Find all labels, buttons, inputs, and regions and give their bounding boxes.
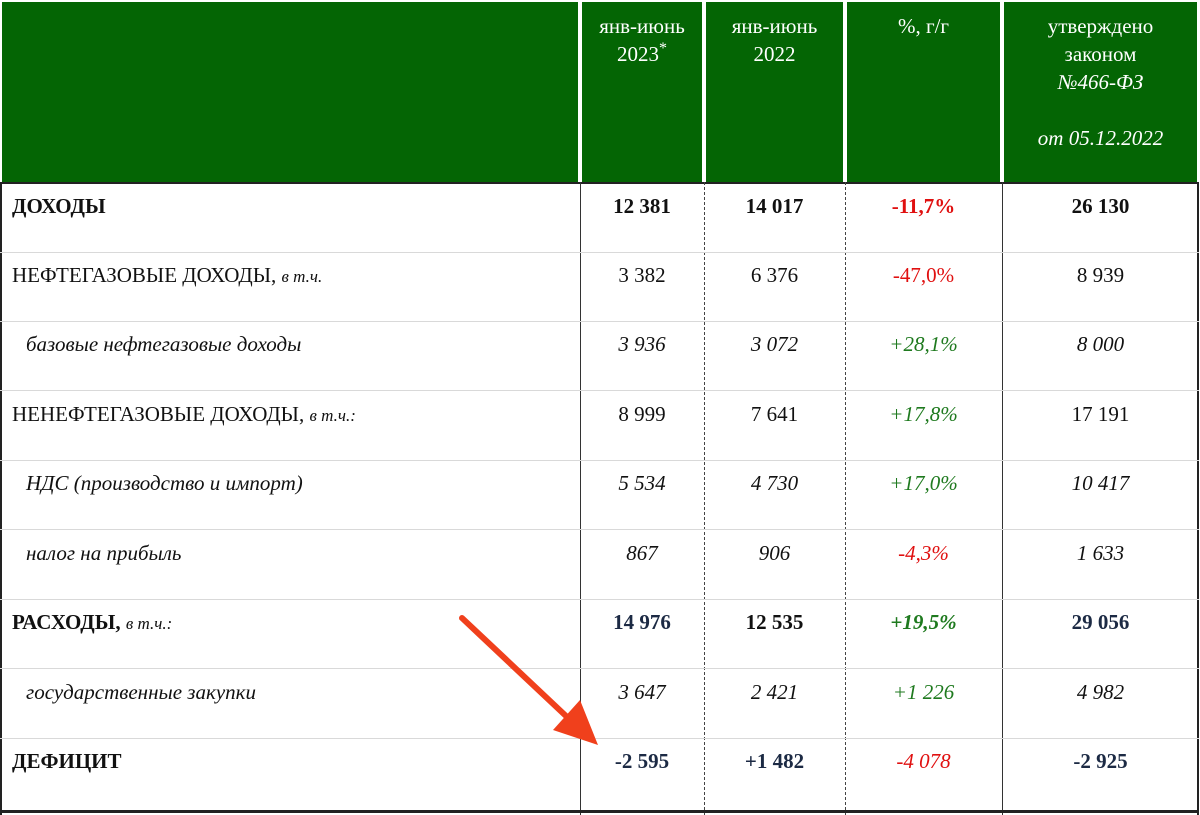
table-row-vat: НДС (производство и импорт) 5 534 4 730 … xyxy=(0,461,1199,530)
cell-yoy: -4,3% xyxy=(898,541,949,565)
header-col-yoy: %, г/г xyxy=(847,2,1000,182)
header-col-law-number: №466-ФЗ xyxy=(1057,70,1144,94)
cell-2022: 12 535 xyxy=(745,610,804,634)
cell-2022: 14 017 xyxy=(745,194,804,218)
cell-2023: 3 647 xyxy=(618,680,666,704)
table-bottom-rule xyxy=(0,810,1199,813)
cell-yoy: +17,0% xyxy=(889,471,958,495)
cell-2023: 8 999 xyxy=(618,402,666,426)
cell-yoy: -4 078 xyxy=(896,749,951,773)
header-col-law-date: от 05.12.2022 xyxy=(1037,126,1164,150)
cell-law: 29 056 xyxy=(1071,610,1130,634)
row-label: ДОХОДЫ xyxy=(12,194,106,218)
row-label: налог на прибыль xyxy=(26,541,182,565)
cell-2022: 3 072 xyxy=(750,332,799,356)
cell-2023: 14 976 xyxy=(613,610,671,634)
header-col-yoy-label: %, г/г xyxy=(897,14,950,38)
cell-law: 26 130 xyxy=(1071,194,1130,218)
header-col-law-line1: утверждено xyxy=(1047,14,1154,38)
cell-2023: 867 xyxy=(626,541,658,565)
header-col-law-line2: законом xyxy=(1064,42,1137,66)
row-label: базовые нефтегазовые доходы xyxy=(26,332,302,356)
cell-2022: +1 482 xyxy=(744,749,805,773)
table-row-oil-gas-revenues: НЕФТЕГАЗОВЫЕ ДОХОДЫ, в т.ч. 3 382 6 376 … xyxy=(0,253,1199,322)
cell-2022: 7 641 xyxy=(750,402,799,426)
cell-law: 17 191 xyxy=(1071,402,1130,426)
header-col-2022-year: 2022 xyxy=(753,42,796,66)
cell-law: 10 417 xyxy=(1071,471,1130,495)
header-col-law: утверждено законом №466-ФЗ от 05.12.2022 xyxy=(1004,2,1197,182)
cell-2022: 4 730 xyxy=(750,471,799,495)
row-label-qualifier: в т.ч.: xyxy=(125,614,173,633)
header-col-2023-period: янв-июнь xyxy=(599,14,685,38)
cell-2022: 2 421 xyxy=(750,680,799,704)
table-row-profit-tax: налог на прибыль 867 906 -4,3% 1 633 xyxy=(0,531,1199,600)
header-col-2023: янв-июнь 2023* xyxy=(582,2,702,182)
cell-2023: -2 595 xyxy=(614,749,670,773)
row-divider xyxy=(0,390,1199,391)
row-label-text: РАСХОДЫ, xyxy=(12,610,121,634)
table-row-deficit: ДЕФИЦИТ -2 595 +1 482 -4 078 -2 925 xyxy=(0,739,1199,808)
cell-law: 8 000 xyxy=(1076,332,1125,356)
cell-law: -2 925 xyxy=(1073,749,1128,773)
table-row-public-procurement: государственные закупки 3 647 2 421 +1 2… xyxy=(0,670,1199,739)
cell-yoy: +17,8% xyxy=(889,402,958,426)
cell-2022: 906 xyxy=(758,541,791,565)
row-label-text: НЕНЕФТЕГАЗОВЫЕ ДОХОДЫ, xyxy=(12,402,305,426)
cell-2023: 3 382 xyxy=(618,263,666,287)
row-label: НЕНЕФТЕГАЗОВЫЕ ДОХОДЫ, в т.ч.: xyxy=(12,392,572,461)
budget-table: янв-июнь 2023* янв-июнь 2022 %, г/г утве… xyxy=(0,0,1200,815)
row-label: НЕФТЕГАЗОВЫЕ ДОХОДЫ, в т.ч. xyxy=(12,253,572,322)
cell-law: 4 982 xyxy=(1076,680,1125,704)
cell-2023: 5 534 xyxy=(618,471,666,495)
cell-2023: 3 936 xyxy=(618,332,666,356)
header-footnote-mark: * xyxy=(659,40,667,57)
cell-yoy: +1 226 xyxy=(892,680,955,704)
cell-yoy: -47,0% xyxy=(892,263,955,287)
header-col-2022: янв-июнь 2022 xyxy=(706,2,843,182)
header-label-cell xyxy=(2,2,578,182)
table-row-expenditures: РАСХОДЫ, в т.ч.: 14 976 12 535 +19,5% 29… xyxy=(0,600,1199,669)
header-col-2023-year: 2023 xyxy=(617,42,659,66)
cell-law: 8 939 xyxy=(1076,263,1125,287)
row-label: НДС (производство и импорт) xyxy=(26,471,303,495)
row-label-qualifier: в т.ч.: xyxy=(309,406,356,425)
cell-2023: 12 381 xyxy=(613,194,671,218)
cell-law: 1 633 xyxy=(1076,541,1125,565)
row-label: ДЕФИЦИТ xyxy=(12,749,122,773)
table-row-revenues: ДОХОДЫ 12 381 14 017 -11,7% 26 130 xyxy=(0,184,1199,253)
row-divider xyxy=(0,668,1199,669)
table-row-base-oil-gas: базовые нефтегазовые доходы 3 936 3 072 … xyxy=(0,322,1199,391)
row-label: государственные закупки xyxy=(26,680,256,704)
row-label: РАСХОДЫ, в т.ч.: xyxy=(12,600,572,669)
cell-2022: 6 376 xyxy=(750,263,799,287)
row-label-text: НЕФТЕГАЗОВЫЕ ДОХОДЫ, xyxy=(12,263,277,287)
header-col-2022-period: янв-июнь xyxy=(731,14,818,38)
cell-yoy: +28,1% xyxy=(889,332,958,356)
row-divider xyxy=(0,529,1199,530)
table-row-non-oil-gas-revenues: НЕНЕФТЕГАЗОВЫЕ ДОХОДЫ, в т.ч.: 8 999 7 6… xyxy=(0,392,1199,461)
cell-yoy: +19,5% xyxy=(890,610,957,634)
row-label-qualifier: в т.ч. xyxy=(281,267,323,286)
cell-yoy: -11,7% xyxy=(891,194,956,218)
